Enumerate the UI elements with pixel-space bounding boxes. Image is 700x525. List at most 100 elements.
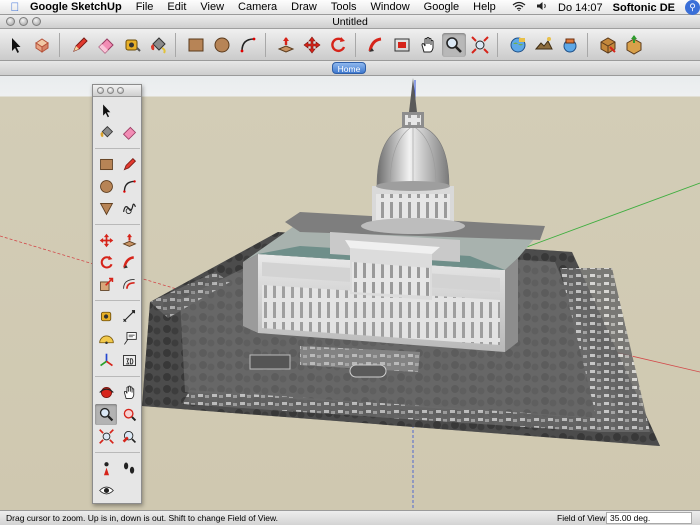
- scene-tab-home[interactable]: Home: [332, 62, 366, 74]
- palette-circle-button[interactable]: [95, 176, 117, 197]
- spotlight-icon[interactable]: ⚲: [685, 0, 700, 15]
- paint-bucket-button[interactable]: [146, 33, 170, 57]
- pan-icon: [123, 385, 134, 399]
- zoom-tool-button[interactable]: [442, 32, 466, 57]
- polygon-icon: [99, 202, 113, 216]
- palette-follow-me-button[interactable]: [118, 252, 140, 273]
- follow-me-button[interactable]: [364, 33, 388, 57]
- offset-tool-button[interactable]: [390, 33, 414, 57]
- toolbar-separator: [59, 32, 65, 57]
- get-current-view-button[interactable]: [506, 33, 530, 57]
- palette-axes-button[interactable]: [95, 350, 117, 371]
- palette-zoom-extents-button[interactable]: [95, 426, 117, 447]
- wifi-icon[interactable]: [512, 1, 526, 14]
- circle-tool-button[interactable]: [210, 33, 234, 57]
- palette-rectangle-button[interactable]: [95, 154, 117, 175]
- palette-previous-view-button[interactable]: [118, 426, 140, 447]
- palette-polygon-button[interactable]: [95, 198, 117, 219]
- select-icon: [12, 37, 21, 53]
- minimize-window-button[interactable]: [19, 17, 28, 26]
- push-pull-button[interactable]: [274, 33, 298, 57]
- pencil-tool-button[interactable]: [68, 33, 92, 57]
- zoom-extents-button[interactable]: [468, 33, 492, 57]
- zoom-window-button[interactable]: [32, 17, 41, 26]
- palette-position-camera-button[interactable]: [95, 458, 117, 479]
- offset-icon: [122, 278, 135, 289]
- palette-push-pull-button[interactable]: [118, 230, 140, 251]
- toolbar-separator: [497, 32, 503, 57]
- close-window-button[interactable]: [6, 17, 15, 26]
- move-icon: [303, 36, 321, 53]
- apple-menu-icon[interactable]: : [0, 0, 30, 14]
- make-component-button[interactable]: [30, 33, 54, 57]
- palette-title-bar[interactable]: [93, 85, 141, 97]
- zoom-icon: [446, 36, 462, 53]
- palette-pan-button[interactable]: [118, 382, 140, 403]
- palette-rotate-button[interactable]: [95, 252, 117, 273]
- menu-extras: Do 14:07 Softonic DE ⚲: [502, 0, 700, 15]
- menu-edit[interactable]: Edit: [167, 1, 186, 13]
- palette-offset-button[interactable]: [118, 274, 140, 295]
- palette-tape-button[interactable]: [95, 306, 117, 327]
- palette-move-button[interactable]: [95, 230, 117, 251]
- rotate-icon: [331, 36, 346, 52]
- menu-camera[interactable]: Camera: [238, 1, 277, 13]
- user-name[interactable]: Softonic DE: [613, 2, 675, 14]
- palette-zoom-window-button[interactable]: [118, 404, 140, 425]
- palette-walk-button[interactable]: [118, 458, 140, 479]
- scene-tab-bar: Home: [0, 61, 700, 76]
- freehand-icon: [122, 203, 136, 215]
- palette-arc-button[interactable]: [118, 176, 140, 197]
- palette-close-button[interactable]: [97, 87, 104, 94]
- palette-paint-button[interactable]: [95, 122, 117, 143]
- move-tool-button[interactable]: [300, 33, 324, 57]
- menu-help[interactable]: Help: [473, 1, 496, 13]
- toggle-terrain-button[interactable]: [532, 33, 556, 57]
- menu-draw[interactable]: Draw: [291, 1, 317, 13]
- large-tool-set-palette[interactable]: [92, 84, 142, 504]
- palette-dimension-button[interactable]: [118, 306, 140, 327]
- volume-icon[interactable]: [536, 1, 548, 14]
- share-model-button[interactable]: [622, 33, 646, 57]
- palette-look-around-button[interactable]: [95, 480, 117, 501]
- follow-me-icon: [368, 37, 382, 52]
- tape-measure-button[interactable]: [120, 33, 144, 57]
- menu-google[interactable]: Google: [424, 1, 459, 13]
- pan-tool-button[interactable]: [416, 33, 440, 57]
- pencil-icon: [73, 36, 88, 52]
- menu-bar:  Google SketchUp File Edit View Camera …: [0, 0, 700, 15]
- text-icon: [123, 332, 137, 345]
- palette-orbit-button[interactable]: [95, 382, 117, 403]
- palette-freehand-button[interactable]: [118, 198, 140, 219]
- rotate-tool-button[interactable]: [326, 33, 350, 57]
- push-pull-icon: [121, 233, 137, 247]
- menu-tools[interactable]: Tools: [331, 1, 357, 13]
- palette-zoom-button[interactable]: [117, 87, 124, 94]
- palette-divider: [95, 220, 140, 225]
- select-tool-button[interactable]: [4, 33, 28, 57]
- footprints-icon: [123, 462, 134, 474]
- palette-line-button[interactable]: [118, 154, 140, 175]
- palette-scale-button[interactable]: [95, 274, 117, 295]
- palette-eraser-button[interactable]: [118, 122, 140, 143]
- eraser-tool-button[interactable]: [94, 33, 118, 57]
- menu-window[interactable]: Window: [371, 1, 410, 13]
- palette-protractor-button[interactable]: [95, 328, 117, 349]
- menu-file[interactable]: File: [136, 1, 154, 13]
- place-model-button[interactable]: [558, 33, 582, 57]
- rectangle-icon: [188, 38, 204, 51]
- measurements-input[interactable]: 35.00 deg.: [606, 512, 692, 524]
- window-controls: [6, 17, 41, 26]
- app-menu[interactable]: Google SketchUp: [30, 1, 122, 13]
- status-bar: Drag cursor to zoom. Up is in, down is o…: [0, 510, 700, 525]
- get-models-button[interactable]: [596, 33, 620, 57]
- clock[interactable]: Do 14:07: [558, 2, 603, 14]
- palette-3d-text-button[interactable]: [118, 350, 140, 371]
- palette-zoom-button[interactable]: [95, 404, 117, 425]
- arc-tool-button[interactable]: [236, 33, 260, 57]
- palette-text-button[interactable]: [118, 328, 140, 349]
- palette-minimize-button[interactable]: [107, 87, 114, 94]
- rectangle-tool-button[interactable]: [184, 33, 208, 57]
- menu-view[interactable]: View: [200, 1, 224, 13]
- palette-select-button[interactable]: [95, 100, 117, 121]
